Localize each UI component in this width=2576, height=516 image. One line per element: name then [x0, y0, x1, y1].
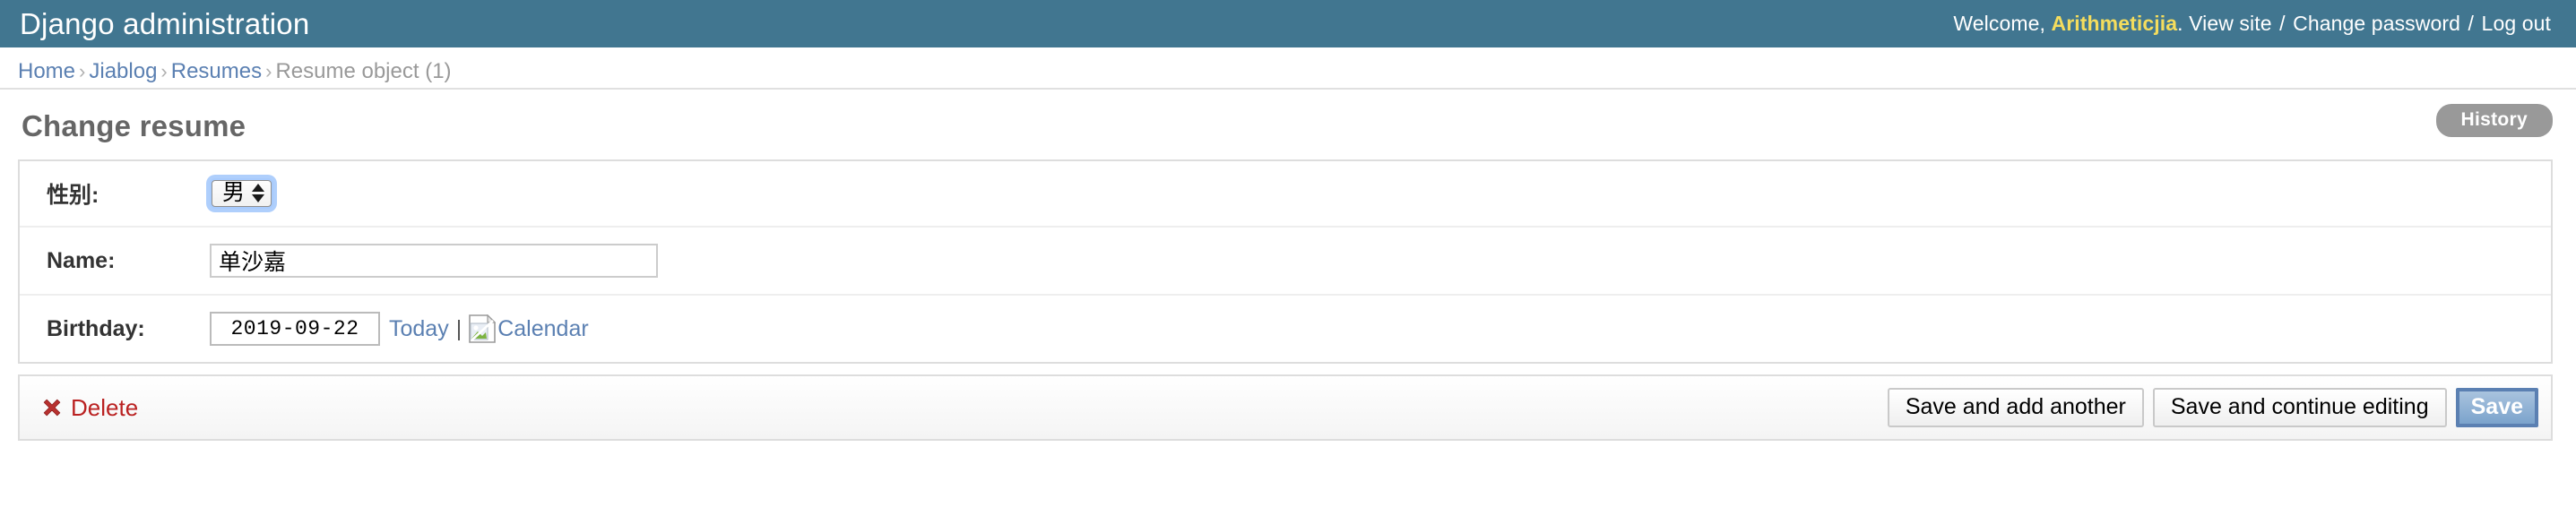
username-suffix: . — [2177, 12, 2183, 35]
breadcrumb-item-home[interactable]: Home — [18, 59, 75, 83]
delete-cross-icon — [43, 399, 61, 417]
breadcrumb: Home › Jiablog › Resumes › Resume object (1) — [0, 47, 2576, 90]
gender-label: 性别: — [47, 183, 99, 208]
select-arrows-icon — [252, 184, 265, 202]
save-and-continue-editing-button[interactable] — [2152, 388, 2447, 427]
breadcrumb-item-resumes[interactable]: Resumes — [171, 59, 262, 83]
gender-select-value: 男 — [222, 180, 246, 205]
date-shortcuts: Today | Calendar — [389, 314, 589, 343]
welcome-text: Welcome, — [1953, 12, 2045, 35]
username: Arithmeticjia — [2051, 12, 2178, 35]
breadcrumb-item-current: Resume object (1) — [275, 59, 452, 83]
site-title: Django administration — [20, 9, 309, 39]
log-out-link[interactable]: Log out — [2482, 12, 2551, 35]
birthday-label: Birthday: — [47, 315, 145, 341]
form-module: 性别: 男 Name: 单沙嘉 Birthday: 2019-09-22 Tod… — [18, 159, 2553, 364]
chevron-down-icon — [252, 194, 265, 202]
name-input[interactable] — [210, 244, 658, 278]
save-button[interactable] — [2455, 388, 2538, 427]
form-row-birthday: Birthday: Today | — [20, 296, 2551, 362]
form-row-gender: 性别: 男 — [20, 161, 2551, 228]
page-title: Change resume — [22, 109, 246, 142]
history-button[interactable]: History — [2435, 104, 2553, 137]
today-link[interactable]: Today — [389, 316, 449, 342]
broken-image-icon — [469, 314, 497, 343]
shortcut-separator: | — [455, 315, 462, 341]
gender-select-inner[interactable]: 男 — [212, 180, 272, 207]
delete-link[interactable]: Delete — [71, 394, 138, 422]
site-title-link[interactable]: Django administration — [20, 7, 309, 40]
branding: Django administration — [20, 9, 309, 39]
chevron-up-icon — [252, 184, 265, 192]
birthday-field-box: Today | — [210, 312, 589, 346]
object-tools: History — [2435, 104, 2553, 137]
calendar-link[interactable]: Calendar — [469, 314, 589, 343]
user-tools-separator-1: / — [2279, 12, 2286, 35]
name-field-box — [210, 244, 658, 278]
delete-link-box[interactable]: Delete — [41, 394, 138, 422]
user-tools-separator-2: / — [2468, 12, 2475, 35]
submit-buttons — [1887, 388, 2538, 427]
change-resume-form: 性别: 男 Name: 单沙嘉 Birthday: 2019-09-22 Tod… — [18, 159, 2553, 441]
user-tools: Welcome, Arithmeticjia. View site / Chan… — [1953, 12, 2551, 36]
change-password-link[interactable]: Change password — [2293, 12, 2460, 35]
main-content: History Change resume 性别: 男 Name: 单沙嘉 Bi… — [0, 90, 2576, 441]
save-and-add-another-button[interactable] — [1887, 388, 2144, 427]
birthday-input[interactable] — [210, 312, 380, 346]
gender-select[interactable]: 男 — [210, 178, 274, 209]
breadcrumb-separator-3: › — [265, 60, 272, 82]
admin-header: Django administration Welcome, Arithmeti… — [0, 0, 2576, 47]
object-tools-item-history: History — [2435, 104, 2553, 137]
breadcrumb-item-jiablog[interactable]: Jiablog — [89, 59, 157, 83]
calendar-label: Calendar — [497, 315, 589, 341]
form-row-name: Name: — [20, 228, 2551, 296]
breadcrumb-separator-2: › — [160, 60, 168, 82]
name-label: Name: — [47, 247, 116, 273]
gender-field-box: 男 — [210, 178, 274, 209]
submit-row: Delete — [18, 374, 2553, 441]
breadcrumb-separator-1: › — [79, 60, 86, 82]
view-site-link[interactable]: View site — [2189, 12, 2272, 35]
